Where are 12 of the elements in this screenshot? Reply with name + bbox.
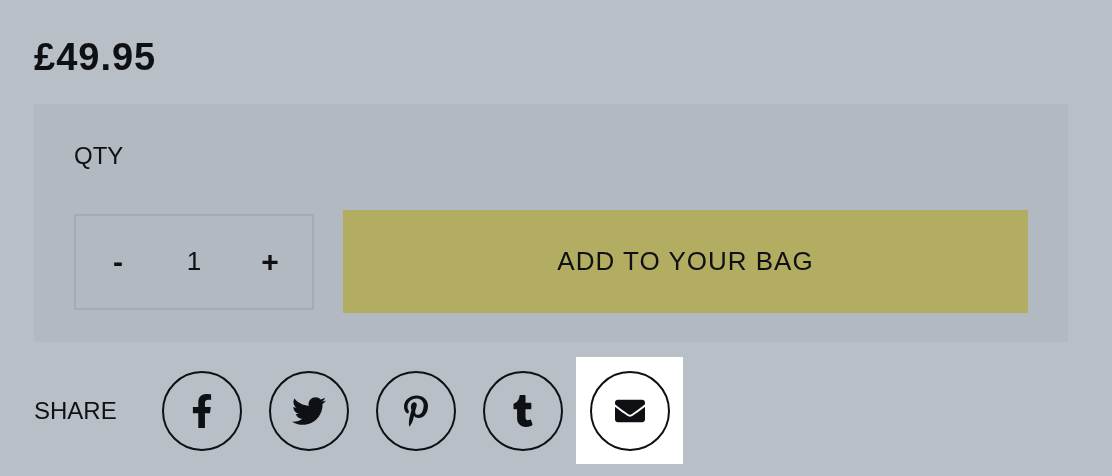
price: £49.95	[34, 36, 158, 80]
share-button[interactable]	[375, 370, 456, 451]
quantity-field[interactable]: 1	[162, 245, 226, 278]
add-to-bag-button[interactable]: ADD TO YOUR BAG	[343, 210, 1028, 313]
share-button[interactable]	[482, 370, 563, 451]
qty-label: QTY	[74, 142, 124, 169]
decrement-button[interactable]: -	[96, 239, 140, 284]
share-button[interactable]	[589, 370, 670, 451]
share-button[interactable]	[161, 370, 242, 451]
increment-button[interactable]: +	[248, 239, 292, 284]
share-label: SHARE	[34, 396, 118, 425]
share-button[interactable]	[268, 370, 349, 451]
